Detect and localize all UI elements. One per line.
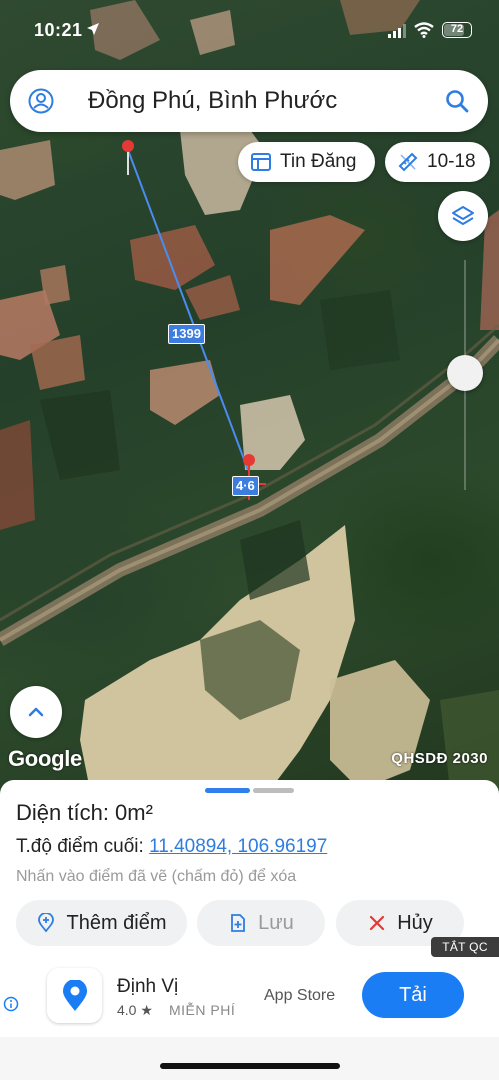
- signal-icon: [388, 24, 406, 38]
- last-point-row: T.độ điểm cuối: 11.40894, 106.96197: [16, 836, 327, 858]
- install-button[interactable]: Tải: [362, 972, 464, 1018]
- last-point-coords-link[interactable]: 11.40894, 106.96197: [149, 836, 327, 857]
- ad-store: App Store: [264, 987, 336, 1004]
- save-button[interactable]: Lưu: [197, 900, 325, 946]
- ad-rating: 4.0 ★: [117, 1002, 153, 1018]
- cancel-label: Hủy: [397, 911, 433, 934]
- battery-icon: 72: [442, 22, 472, 38]
- wifi-icon: [414, 22, 434, 38]
- home-indicator[interactable]: [160, 1063, 340, 1069]
- add-point-button[interactable]: Thêm điểm: [16, 900, 187, 946]
- home-bar-area: [0, 1037, 499, 1080]
- layers-button[interactable]: [438, 191, 488, 241]
- ad-info-icon[interactable]: [3, 996, 19, 1012]
- sheet-page-indicator-active[interactable]: [205, 788, 250, 793]
- listings-icon: [251, 153, 271, 171]
- google-attribution: Google: [8, 746, 82, 771]
- area-value: Diện tích: 0m²: [16, 800, 153, 825]
- expand-up-button[interactable]: [10, 686, 62, 738]
- layer-name-label: QHSDĐ 2030: [391, 750, 488, 767]
- status-bar: 10:21 72: [0, 0, 499, 60]
- listings-chip[interactable]: Tin Đăng: [238, 142, 375, 182]
- distance-label: 1399: [168, 324, 205, 344]
- last-point-label: T.độ điểm cuối:: [16, 836, 150, 857]
- chevron-up-icon: [28, 707, 44, 717]
- listings-chip-label: Tin Đăng: [280, 151, 357, 172]
- opacity-slider-knob[interactable]: [447, 355, 483, 391]
- segment-label: 4·6: [232, 476, 259, 496]
- ad-app-name: Định Vị: [117, 976, 179, 997]
- ruler-icon: [398, 152, 418, 172]
- app-icon[interactable]: [47, 968, 102, 1023]
- save-label: Lưu: [258, 911, 294, 934]
- clock: 10:21: [34, 20, 83, 40]
- add-point-label: Thêm điểm: [66, 911, 167, 934]
- battery-level: 72: [450, 23, 464, 35]
- close-icon: [370, 915, 385, 931]
- location-pin-icon: [63, 980, 87, 1011]
- ad-banner[interactable]: Định Vị 4.0 ★ MIỄN PHÍ App Store Tải: [0, 956, 499, 1036]
- search-icon[interactable]: [444, 88, 470, 114]
- hide-ads-button[interactable]: TẮT QC: [431, 937, 499, 957]
- search-input[interactable]: Đồng Phú, Bình Phước: [88, 86, 337, 116]
- search-bar[interactable]: Đồng Phú, Bình Phước: [10, 70, 488, 132]
- ad-price: MIỄN PHÍ: [169, 1002, 236, 1018]
- delete-hint: Nhấn vào điểm đã vẽ (chấm đỏ) để xóa: [16, 868, 297, 885]
- zoom-range-chip[interactable]: 10-18: [385, 142, 490, 182]
- add-location-icon: [38, 913, 55, 933]
- location-arrow-icon: [87, 23, 99, 35]
- add-file-icon: [231, 914, 246, 932]
- layers-icon: [452, 206, 474, 225]
- sheet-page-indicator[interactable]: [253, 788, 294, 793]
- account-icon[interactable]: [28, 88, 54, 114]
- measure-sheet: Diện tích: 0m² T.độ điểm cuối: 11.40894,…: [0, 780, 499, 1080]
- zoom-range-label: 10-18: [427, 151, 476, 172]
